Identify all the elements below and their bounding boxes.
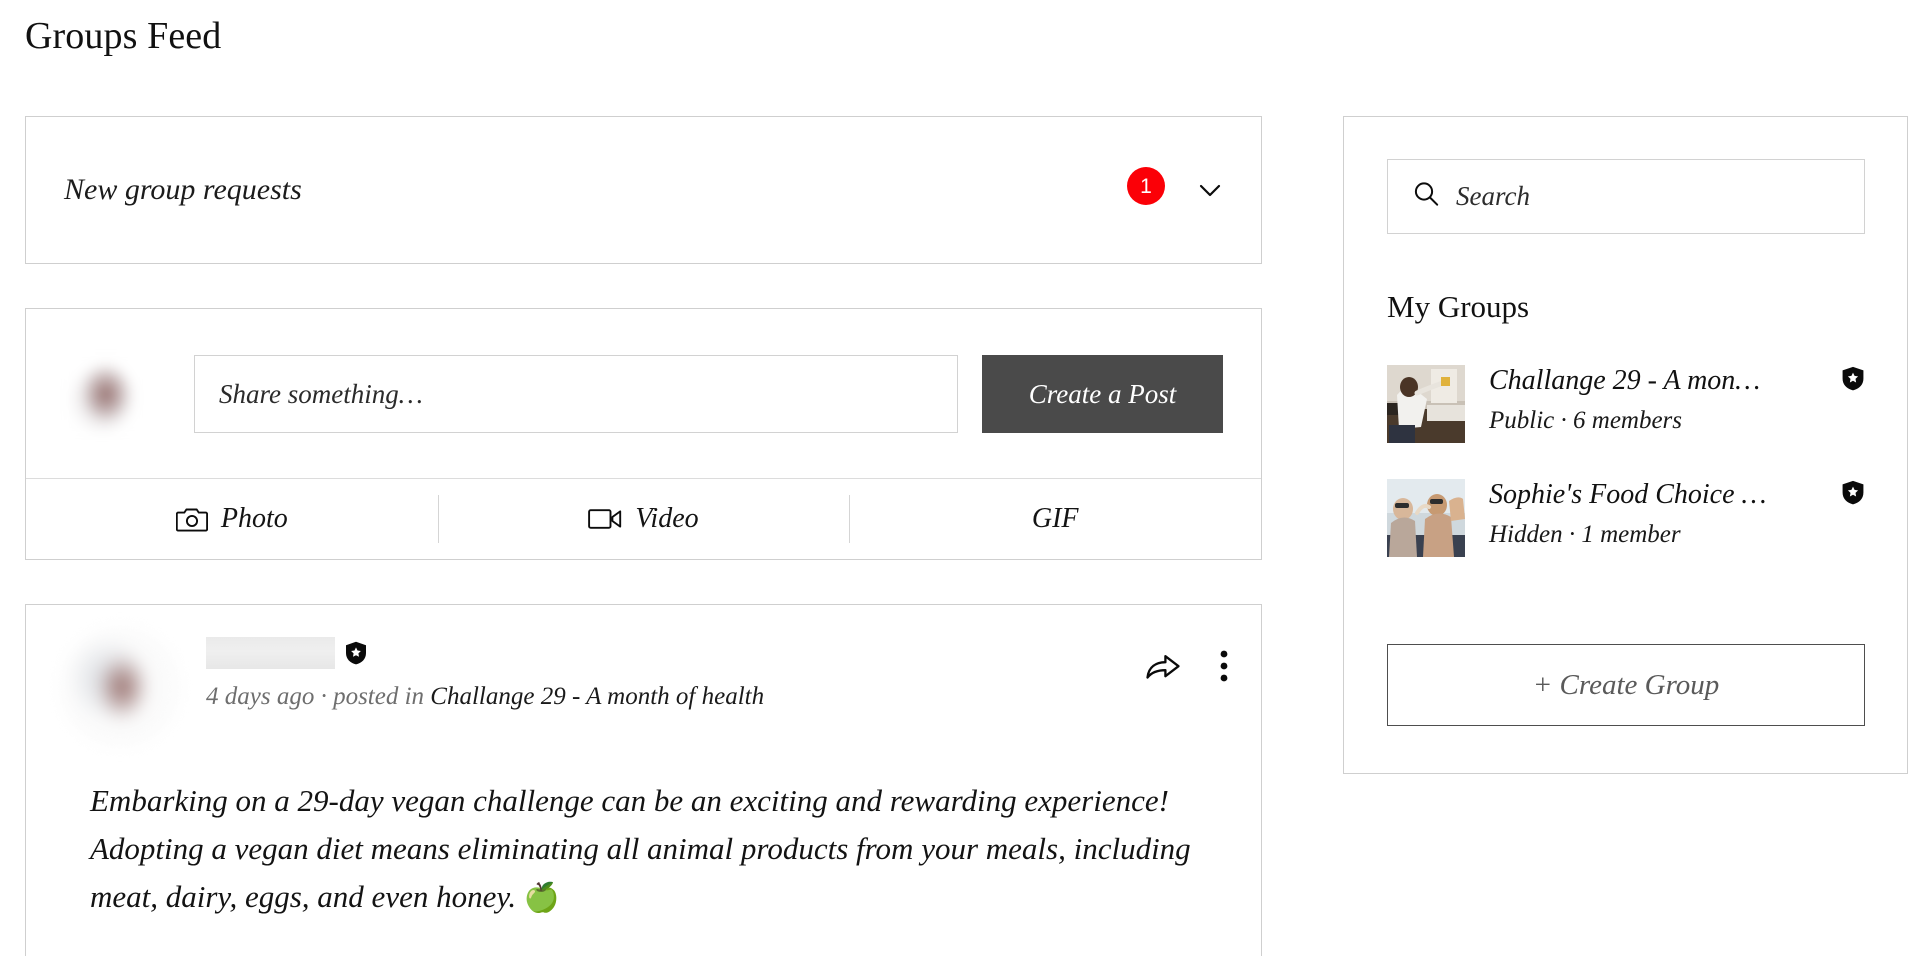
post-author-name bbox=[206, 637, 335, 669]
share-arrow-icon[interactable] bbox=[1145, 650, 1181, 682]
post-body-text: Embarking on a 29-day vegan challenge ca… bbox=[90, 783, 1191, 914]
post-author-meta: 4 days ago · posted in Challange 29 - A … bbox=[206, 631, 1223, 711]
more-vertical-icon[interactable] bbox=[1219, 649, 1229, 683]
group-meta: Hidden · 1 member bbox=[1489, 521, 1681, 548]
attach-video-label: Video bbox=[635, 503, 699, 534]
list-item[interactable]: Sophie's Food Choice … Hidden · 1 member bbox=[1387, 479, 1865, 557]
post-body: Embarking on a 29-day vegan challenge ca… bbox=[90, 777, 1191, 922]
group-text: Challange 29 - A mon… Public · 6 members bbox=[1489, 365, 1865, 435]
new-group-requests-badge: 1 bbox=[1127, 167, 1165, 205]
list-item[interactable]: Challange 29 - A mon… Public · 6 members bbox=[1387, 365, 1865, 443]
new-group-requests-controls: 1 bbox=[1127, 167, 1227, 213]
group-thumbnail bbox=[1387, 365, 1465, 443]
group-name-row: Sophie's Food Choice … bbox=[1489, 479, 1865, 511]
sidebar-card: Search My Groups Challange 29 - A mon… P… bbox=[1343, 116, 1908, 774]
post-posted-in-label: posted in bbox=[333, 683, 431, 710]
post-timestamp: 4 days ago bbox=[206, 683, 315, 710]
attach-photo-label: Photo bbox=[220, 503, 288, 534]
share-something-input[interactable]: Share something… bbox=[194, 355, 958, 433]
attach-gif-label: GIF bbox=[1031, 503, 1079, 534]
my-groups-list: Challange 29 - A mon… Public · 6 members bbox=[1387, 365, 1865, 593]
video-camera-icon bbox=[588, 507, 622, 531]
feed-post-card: 4 days ago · posted in Challange 29 - A … bbox=[25, 604, 1262, 956]
search-icon bbox=[1412, 180, 1440, 213]
my-groups-heading: My Groups bbox=[1387, 289, 1530, 324]
group-meta: Public · 6 members bbox=[1489, 407, 1683, 434]
group-name: Challange 29 - A mon… bbox=[1489, 365, 1761, 396]
page-title: Groups Feed bbox=[25, 15, 222, 57]
group-thumbnail bbox=[1387, 479, 1465, 557]
post-submeta-separator: · bbox=[314, 683, 334, 710]
post-header: 4 days ago · posted in Challange 29 - A … bbox=[26, 605, 1261, 747]
group-text: Sophie's Food Choice … Hidden · 1 member bbox=[1489, 479, 1865, 549]
post-submeta: 4 days ago · posted in Challange 29 - A … bbox=[206, 683, 1223, 711]
group-name: Sophie's Food Choice … bbox=[1489, 479, 1767, 510]
new-group-requests-row[interactable]: New group requests 1 bbox=[26, 117, 1261, 263]
chevron-down-icon[interactable] bbox=[1193, 173, 1227, 207]
share-something-placeholder: Share something… bbox=[219, 378, 423, 409]
attach-video-button[interactable]: Video bbox=[437, 479, 850, 559]
search-placeholder: Search bbox=[1456, 181, 1530, 211]
camera-icon bbox=[175, 505, 208, 533]
post-group-name[interactable]: Challange 29 - A month of health bbox=[430, 683, 764, 710]
create-group-button[interactable]: + Create Group bbox=[1387, 644, 1865, 726]
attach-photo-button[interactable]: Photo bbox=[26, 479, 438, 559]
post-author-line bbox=[206, 635, 1223, 671]
current-user-avatar bbox=[60, 348, 152, 440]
post-composer-card: Share something… Create a Post Photo Vid… bbox=[25, 308, 1262, 560]
verified-shield-star-icon bbox=[345, 641, 367, 665]
group-name-row: Challange 29 - A mon… bbox=[1489, 365, 1865, 397]
composer-row: Share something… Create a Post bbox=[26, 309, 1261, 479]
new-group-requests-card[interactable]: New group requests 1 bbox=[25, 116, 1262, 264]
new-group-requests-label: New group requests bbox=[64, 173, 302, 206]
attach-gif-button[interactable]: GIF bbox=[849, 479, 1261, 559]
post-body-emoji: 🍏 bbox=[523, 882, 561, 914]
attachment-row: Photo Video GIF bbox=[26, 478, 1261, 559]
groups-feed-page: Groups Feed New group requests 1 Share s… bbox=[0, 0, 1930, 956]
verified-shield-star-icon bbox=[1841, 366, 1865, 396]
search-input[interactable]: Search bbox=[1387, 159, 1865, 234]
create-post-button[interactable]: Create a Post bbox=[982, 355, 1223, 433]
post-actions bbox=[1145, 649, 1229, 683]
post-author-avatar[interactable] bbox=[60, 627, 180, 747]
verified-shield-star-icon bbox=[1841, 480, 1865, 510]
